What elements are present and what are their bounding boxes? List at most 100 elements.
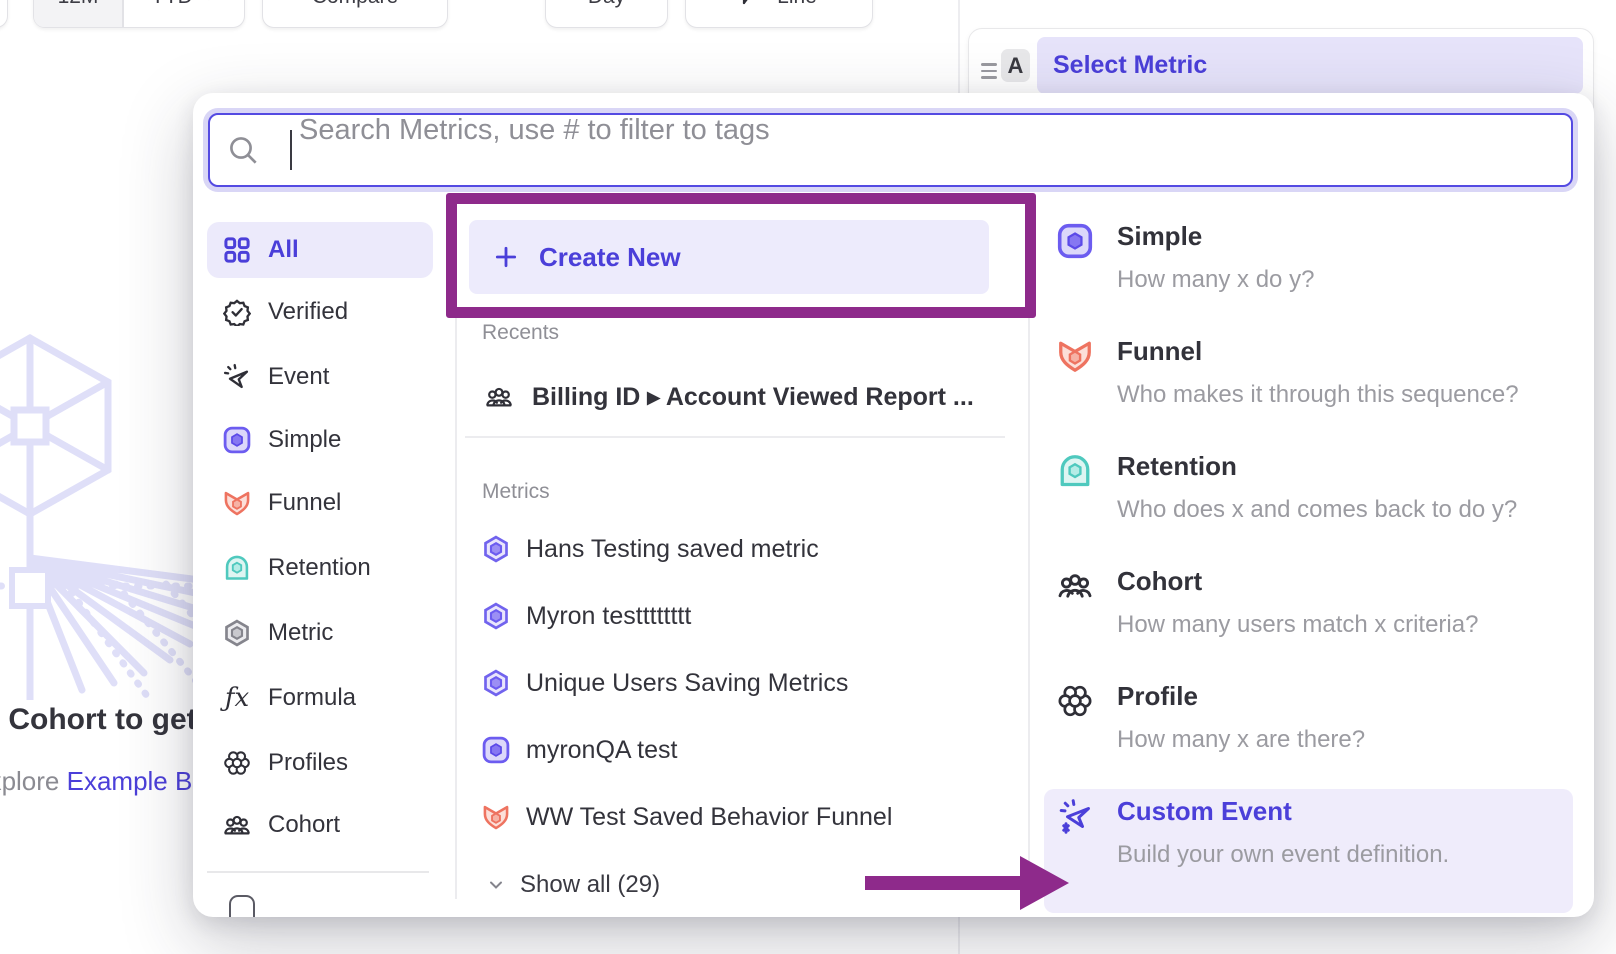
sidebar-item-retention[interactable]: Retention: [207, 540, 433, 596]
line-chart-icon: [741, 0, 765, 9]
type-description: Who makes it through this sequence?: [1117, 381, 1557, 409]
metric-item-label: myronQA test: [526, 736, 677, 765]
sidebar-item-funnel[interactable]: Funnel: [207, 475, 433, 531]
formula-fx-icon: ƒx: [223, 684, 251, 712]
simple-metric-icon: [223, 426, 251, 454]
retention-icon: [223, 554, 251, 582]
show-all-toggle[interactable]: Show all (29): [486, 867, 660, 903]
sidebar-item-label: Cohort: [268, 811, 340, 839]
metric-item-label: Unique Users Saving Metrics: [526, 669, 848, 698]
day-label: Day: [588, 0, 625, 9]
recent-item-label: Billing ID ▸ Account Viewed Report ...: [532, 382, 974, 412]
funnel-icon: [223, 489, 251, 517]
sidebar-item-label: Profiles: [268, 749, 348, 777]
chevron-down-icon: [486, 875, 506, 895]
range-12m-label: 12M: [58, 0, 99, 9]
simple-metric-icon: [482, 736, 510, 764]
metric-list-item[interactable]: Hans Testing saved metric: [482, 527, 819, 571]
type-description: How many x do y?: [1117, 266, 1557, 294]
sidebar-item-metric[interactable]: Metric: [207, 605, 433, 661]
type-description: How many users match x criteria?: [1117, 611, 1557, 639]
cohort-people-icon: [482, 383, 516, 411]
range-ytd-label: YTD: [151, 0, 193, 9]
line-label: Line: [777, 0, 817, 9]
drag-handle-icon[interactable]: [981, 59, 997, 83]
search-placeholder: Search Metrics, use # to filter to tags: [299, 114, 770, 147]
date-range-segmented-control: 12M YTD: [33, 0, 245, 28]
sidebar-item-label: Formula: [268, 684, 356, 712]
sidebar-item-label: Verified: [268, 298, 348, 326]
metric-list-item[interactable]: myronQA test: [482, 728, 677, 772]
sidebar-item-label: Retention: [268, 554, 371, 582]
metric-list-item[interactable]: Myron testttttttt: [482, 594, 691, 638]
cohort-people-icon: [223, 811, 251, 839]
saved-metric-icon: [482, 535, 510, 563]
sidebar-divider: [207, 871, 429, 873]
text-cursor: [290, 130, 292, 170]
type-description: Build your own event definition.: [1117, 841, 1557, 869]
chart-type-line-button[interactable]: Line: [685, 0, 873, 28]
sidebar-item-profiles[interactable]: Profiles: [207, 735, 433, 791]
type-title: Cohort: [1117, 566, 1557, 597]
compare-label: Compare: [312, 0, 398, 9]
saved-metric-icon-gray: [223, 619, 251, 647]
plus-icon: [493, 244, 519, 270]
metric-picker-modal: Search Metrics, use # to filter to tags …: [193, 93, 1594, 917]
type-row-custom-event[interactable]: Custom Event Build your own event defini…: [1117, 796, 1557, 869]
metric-item-label: WW Test Saved Behavior Funnel: [526, 803, 892, 832]
sidebar-item-label: Event: [268, 363, 329, 391]
compare-button[interactable]: Compare: [262, 0, 448, 28]
create-new-button[interactable]: Create New: [469, 220, 989, 294]
metric-list-item[interactable]: Unique Users Saving Metrics: [482, 661, 848, 705]
sidebar-item-label: Metric: [268, 619, 333, 647]
type-title: Funnel: [1117, 336, 1557, 367]
funnel-icon: [1057, 338, 1093, 374]
type-row-retention[interactable]: Retention Who does x and comes back to d…: [1117, 451, 1557, 524]
sidebar-item-cohort[interactable]: Cohort: [207, 797, 433, 853]
sidebar-item-label: Simple: [268, 426, 341, 454]
types-divider-vertical: [1028, 219, 1030, 899]
sidebar-item-label: All: [268, 236, 299, 264]
partially-scrolled-icon: [229, 895, 255, 917]
search-icon: [227, 134, 259, 166]
verified-badge-icon: [223, 298, 251, 326]
chevron-down-icon: [201, 0, 217, 5]
toolbar-fragment-button[interactable]: [0, 0, 8, 28]
type-title: Custom Event: [1117, 796, 1557, 827]
range-ytd-button[interactable]: YTD: [124, 0, 245, 27]
custom-event-icon: [1057, 798, 1093, 834]
profiles-flower-icon: [223, 749, 251, 777]
type-description: Who does x and comes back to do y?: [1117, 496, 1557, 524]
explore-prefix: Or explore: [0, 766, 67, 796]
create-new-label: Create New: [539, 242, 681, 273]
type-row-funnel[interactable]: Funnel Who makes it through this sequenc…: [1117, 336, 1557, 409]
type-title: Profile: [1117, 681, 1557, 712]
interval-day-button[interactable]: Day: [545, 0, 668, 28]
wireframe-illustration: [0, 330, 200, 700]
sidebar-item-all[interactable]: All: [207, 222, 433, 278]
recent-item[interactable]: Billing ID ▸ Account Viewed Report ...: [482, 375, 974, 419]
sidebar-item-label: Funnel: [268, 489, 341, 517]
metric-list-item[interactable]: WW Test Saved Behavior Funnel: [482, 795, 892, 839]
type-description: How many x are there?: [1117, 726, 1557, 754]
range-12m-button[interactable]: 12M: [34, 0, 122, 27]
grid-icon: [223, 236, 251, 264]
type-row-cohort[interactable]: Cohort How many users match x criteria?: [1117, 566, 1557, 639]
saved-metric-icon: [482, 669, 510, 697]
type-row-simple[interactable]: Simple How many x do y?: [1117, 221, 1557, 294]
recents-metrics-divider: [465, 436, 1005, 438]
event-cursor-icon: [223, 363, 251, 391]
sidebar-item-event[interactable]: Event: [207, 349, 433, 405]
cohort-people-icon: [1057, 568, 1093, 604]
metrics-header: Metrics: [482, 480, 550, 504]
metric-item-label: Myron testttttttt: [526, 602, 691, 631]
select-metric-field[interactable]: Select Metric: [1037, 37, 1583, 94]
show-all-label: Show all (29): [520, 871, 660, 899]
sidebar-item-simple[interactable]: Simple: [207, 412, 433, 468]
sidebar-item-formula[interactable]: ƒx Formula: [207, 670, 433, 726]
type-row-profile[interactable]: Profile How many x are there?: [1117, 681, 1557, 754]
series-a-badge: A: [1001, 49, 1030, 82]
simple-metric-icon: [1057, 223, 1093, 259]
sidebar-item-verified[interactable]: Verified: [207, 284, 433, 340]
recents-header: Recents: [482, 321, 559, 345]
